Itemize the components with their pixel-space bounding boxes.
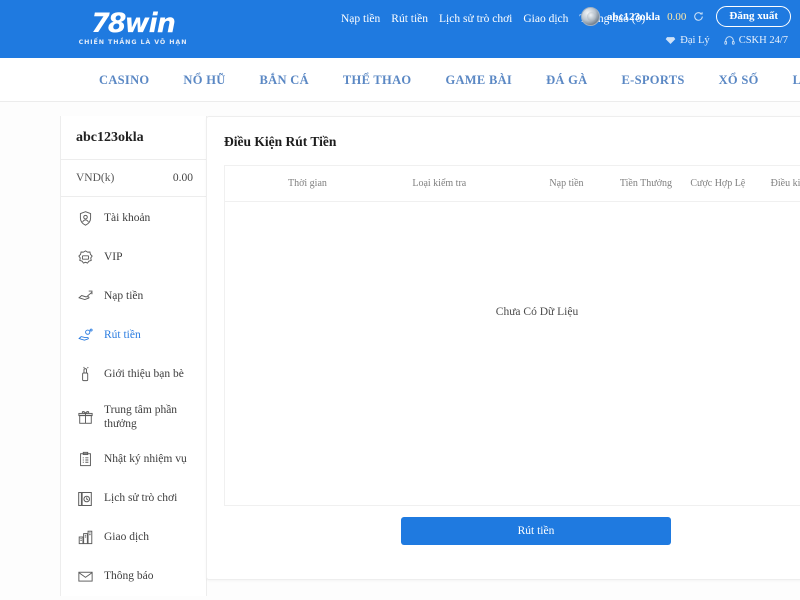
refresh-icon[interactable] [693, 11, 704, 22]
logo-number: 78 [91, 8, 127, 39]
page-body: abc123okla VND(k) 0.00 Tài khoản VIP Nạp… [0, 102, 800, 600]
sidebar-item-giao-dich[interactable]: Giao dịch [61, 518, 206, 557]
site-logo[interactable]: 78win CHIẾN THẮNG LÀ VÔ HẠN [74, 9, 192, 47]
support-link[interactable]: CSKH 24/7 [724, 35, 788, 46]
table-column-loai-kiem-tra: Loại kiểm tra [412, 178, 467, 189]
header-link-giao-dich[interactable]: Giao dịch [523, 13, 568, 25]
sidebar-item-label: Lịch sử trò chơi [104, 492, 178, 505]
envelope-icon [76, 568, 94, 586]
table-column-tien-thuong: Tiền Thưởng [619, 178, 672, 189]
sidebar-item-nhat-ky-nhiem-vu[interactable]: Nhật ký nhiệm vụ [61, 440, 206, 479]
app-root: 78win CHIẾN THẮNG LÀ VÔ HẠN Nạp tiền Rút… [0, 0, 800, 600]
logo-word: win [124, 8, 176, 39]
transaction-chart-icon [76, 529, 94, 547]
nav-item-no-hu[interactable]: NỔ HŨ [183, 73, 225, 88]
table-header-row: Thời gian Loại kiểm tra Nạp tiền Tiền Th… [225, 166, 800, 202]
main-nav-items: CASINO NỔ HŨ BẮN CÁ THỂ THAO GAME BÀI ĐÁ… [99, 58, 800, 102]
sidebar-item-rut-tien[interactable]: Rút tiền [61, 316, 206, 355]
table-column-dieu-kien-hop-le: Điều kiện c hợp lệ [770, 178, 800, 189]
history-icon [78, 491, 92, 506]
withdraw-conditions-panel: Điều Kiện Rút Tiền Thời gian Loại kiểm t… [206, 116, 800, 580]
account-username: abc123okla [606, 10, 661, 23]
withdraw-submit-button[interactable]: Rút tiền [401, 517, 671, 545]
agent-link[interactable]: Đại Lý [665, 35, 710, 46]
agent-link-label: Đại Lý [680, 35, 710, 46]
vip-badge-icon [76, 249, 94, 267]
sidebar-item-label: Giao dịch [104, 531, 150, 544]
sidebar-item-lich-su-tro-choi[interactable]: Lịch sử trò chơi [61, 479, 206, 518]
table-empty-state: Chưa Có Dữ Liệu [495, 306, 579, 318]
sidebar-item-label: Nạp tiền [104, 290, 144, 303]
sidebar-item-tai-khoan[interactable]: Tài khoản [61, 199, 206, 238]
nav-item-ban-ca[interactable]: BẮN CÁ [260, 73, 309, 88]
header-link-rut-tien[interactable]: Rút tiền [391, 13, 428, 25]
sidebar-menu: Tài khoản VIP Nạp tiền Rút tiền Giới thi… [61, 197, 206, 596]
top-header-bar: 78win CHIẾN THẮNG LÀ VÔ HẠN Nạp tiền Rút… [0, 0, 800, 58]
table-column-thoi-gian: Thời gian [288, 178, 327, 189]
account-summary: abc123okla 0.00 Đăng xuất [580, 6, 791, 27]
sidebar-currency-label: VND(k) [76, 172, 115, 184]
headset-icon [724, 36, 735, 45]
nav-item-game-bai[interactable]: GAME BÀI [445, 73, 512, 88]
logo-tagline: CHIẾN THẮNG LÀ VÔ HẠN [78, 39, 188, 46]
header-secondary-links: Đại Lý CSKH 24/7 [665, 35, 788, 46]
page-title: Điều Kiện Rút Tiền [224, 134, 337, 149]
diamond-icon [665, 37, 676, 44]
sidebar-item-label: Tài khoản [104, 212, 151, 225]
nav-item-da-ga[interactable]: ĐÁ GÀ [546, 73, 587, 88]
sidebar-item-label: Rút tiền [104, 329, 141, 342]
table-column-cuoc-hop-le: Cược Hợp Lệ [690, 178, 746, 189]
sidebar-item-nap-tien[interactable]: Nạp tiền [61, 277, 206, 316]
nav-item-xo-so[interactable]: XỔ SỐ [719, 73, 759, 88]
clipboard-icon [76, 451, 94, 469]
sidebar-item-label: Nhật ký nhiệm vụ [104, 453, 187, 466]
deposit-hand-icon [76, 288, 94, 306]
nav-item-the-thao[interactable]: THỂ THAO [343, 73, 412, 88]
header-link-nap-tien[interactable]: Nạp tiền [341, 13, 380, 25]
submit-row: Rút tiền [207, 517, 800, 545]
user-avatar-icon[interactable] [580, 7, 600, 26]
sidebar-balance-row: VND(k) 0.00 [61, 160, 206, 197]
user-shield-icon [76, 210, 94, 228]
nav-item-casino[interactable]: CASINO [99, 73, 149, 88]
sidebar-item-trung-tam-phan-thuong[interactable]: Trung tâm phần thưởng [61, 394, 206, 440]
logo-wordmark: 78win [91, 8, 176, 39]
conditions-table: Thời gian Loại kiểm tra Nạp tiền Tiền Th… [224, 165, 800, 506]
nav-item-e-sports[interactable]: E-SPORTS [622, 73, 685, 88]
support-link-label: CSKH 24/7 [738, 35, 788, 46]
nav-item-live-game[interactable]: LIVE GAME [793, 73, 800, 88]
sidebar-item-thong-bao[interactable]: Thông báo [61, 557, 206, 596]
header-link-lich-su-tro-choi[interactable]: Lịch sử trò chơi [439, 13, 512, 25]
sidebar-item-vip[interactable]: VIP [61, 238, 206, 277]
sidebar-item-label: Thông báo [104, 570, 154, 583]
gift-icon [76, 408, 94, 426]
main-navigation-bar: CASINO NỔ HŨ BẮN CÁ THỂ THAO GAME BÀI ĐÁ… [0, 58, 800, 102]
sidebar-item-label: Trung tâm phần thưởng [104, 403, 178, 430]
sidebar-item-label: VIP [104, 251, 123, 264]
sidebar-currency-value: 0.00 [172, 172, 193, 184]
table-column-nap-tien: Nạp tiền [549, 178, 584, 189]
sidebar-item-gioi-thieu-ban-be[interactable]: Giới thiệu bạn bè [61, 355, 206, 394]
withdraw-hand-icon [76, 327, 94, 345]
logout-button[interactable]: Đăng xuất [716, 6, 791, 27]
referral-icon [76, 366, 94, 384]
sidebar-item-label: Giới thiệu bạn bè [104, 368, 184, 381]
sidebar-username: abc123okla [61, 116, 206, 160]
account-balance: 0.00 [667, 10, 687, 23]
account-sidebar: abc123okla VND(k) 0.00 Tài khoản VIP Nạp… [60, 116, 207, 596]
